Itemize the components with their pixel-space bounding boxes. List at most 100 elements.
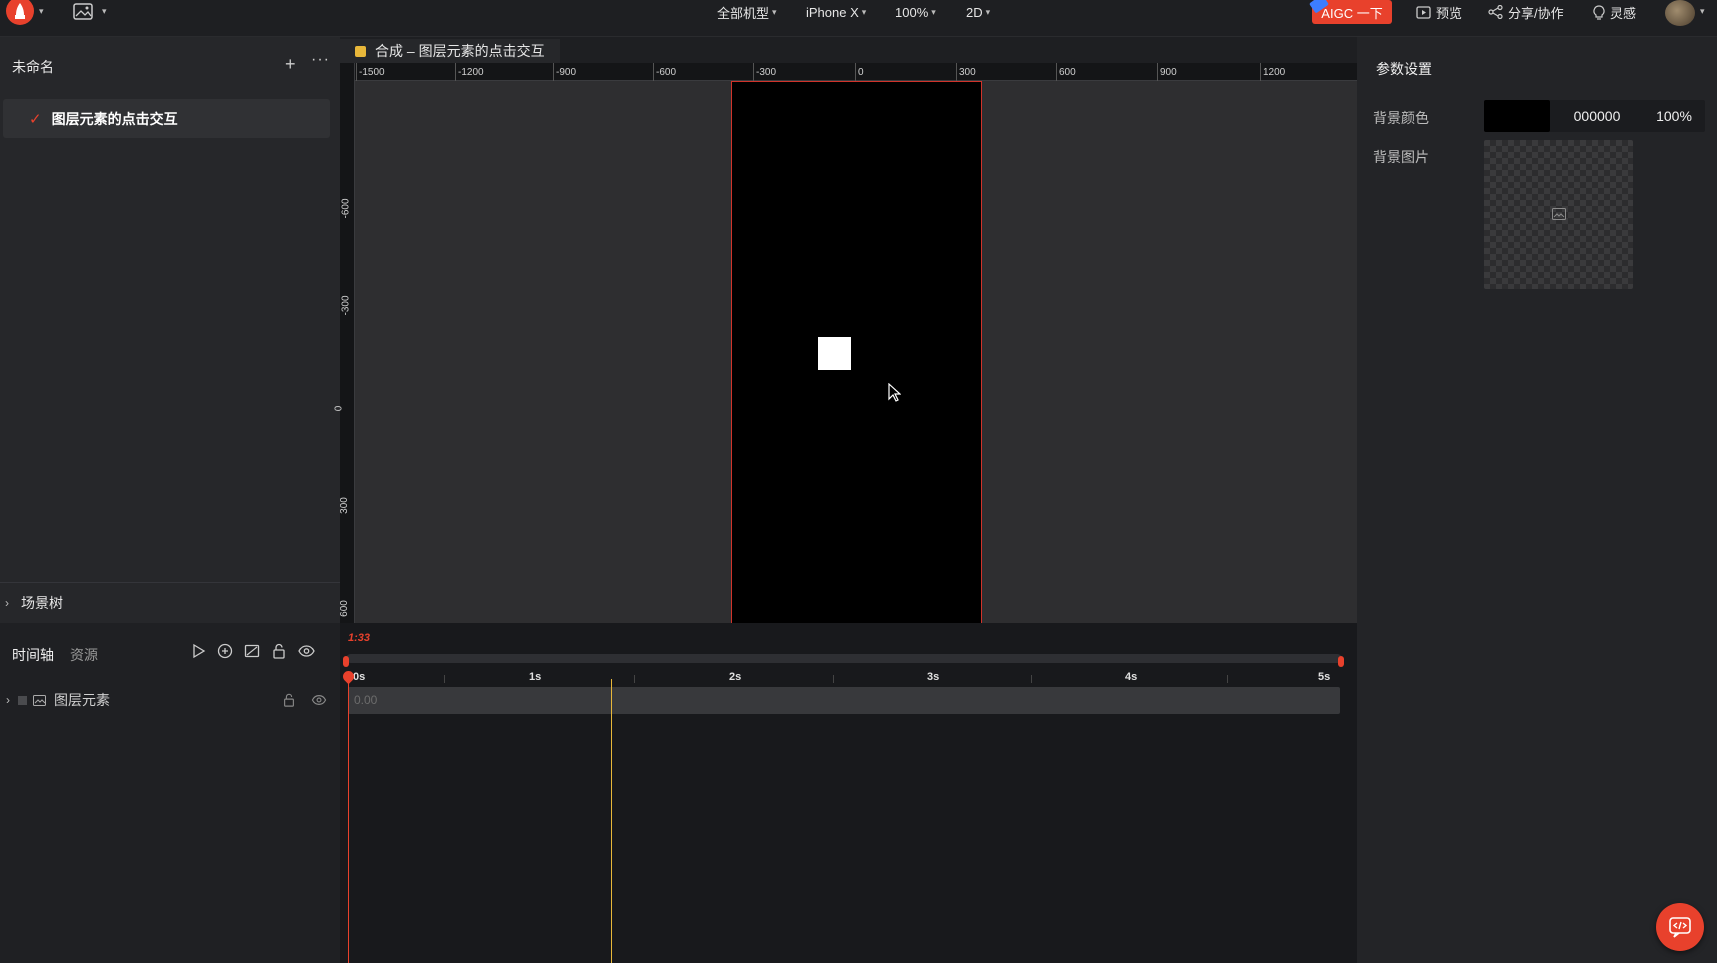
- zoom-select[interactable]: 100% ▾: [895, 0, 936, 24]
- ruler-tick-mark: [1157, 63, 1158, 81]
- eye-icon[interactable]: [298, 643, 315, 659]
- top-bar: ▾ ▾ 全部机型 ▾ iPhone X ▾ 100% ▾ 2D ▾ AIGC 一下 预览…: [0, 0, 1717, 37]
- image-layer-icon[interactable]: [244, 643, 260, 659]
- ruler-tick-label: 300: [959, 67, 976, 78]
- play-icon[interactable]: [190, 643, 206, 659]
- timecode: 1:33: [348, 632, 371, 644]
- lock-icon[interactable]: [271, 643, 287, 659]
- ruler-tick-mark: [753, 63, 754, 81]
- ruler-tick-label: 600: [338, 600, 350, 617]
- time-ruler-tick: [634, 675, 635, 683]
- time-ruler-tick: [833, 675, 834, 683]
- share-label: 分享/协作: [1508, 5, 1564, 21]
- ruler-tick-label: -1500: [359, 67, 385, 78]
- tab-composition[interactable]: 合成 – 图层元素的点击交互: [340, 39, 560, 63]
- time-ruler-label: 0s: [353, 671, 366, 683]
- time-ruler-label: 4s: [1125, 671, 1138, 683]
- canvas[interactable]: [355, 81, 1357, 624]
- time-ruler-label: 2s: [729, 671, 742, 683]
- bg-image-label: 背景图片: [1373, 149, 1429, 165]
- chevron-down-icon: ▾: [985, 6, 991, 17]
- scene-tree-toggle[interactable]: › 场景树: [0, 582, 340, 622]
- device-select[interactable]: iPhone X ▾: [806, 0, 866, 24]
- inspiration-label: 灵感: [1610, 5, 1637, 21]
- timeline-track-area[interactable]: 1:33 0s 1s 2s 3s 4s 5s 0.00: [340, 623, 1357, 963]
- chevron-right-icon[interactable]: ›: [6, 693, 10, 707]
- ruler-tick-label: -600: [656, 67, 677, 78]
- mode-label: 2D: [966, 4, 983, 20]
- add-scene-button[interactable]: +: [285, 54, 296, 75]
- scene-panel: 未命名 + ··· ✓ 图层元素的点击交互 › 场景树: [0, 37, 340, 623]
- bg-image-picker[interactable]: [1484, 140, 1633, 289]
- bg-color-hex-input[interactable]: 000000: [1557, 108, 1637, 124]
- layer-row[interactable]: › 图层元素: [0, 688, 340, 712]
- ruler-tick-label: 1200: [1263, 67, 1286, 78]
- inspiration-button[interactable]: 灵感: [1593, 0, 1636, 24]
- ruler-tick-label: 600: [1059, 67, 1076, 78]
- device-label: iPhone X: [806, 4, 859, 20]
- tab-timeline[interactable]: 时间轴: [12, 645, 54, 665]
- time-ruler-tick: [1031, 675, 1032, 683]
- logo-chevron-down-icon[interactable]: ▾: [39, 6, 44, 17]
- code-help-button[interactable]: [1656, 903, 1704, 951]
- avatar-chevron-down-icon[interactable]: ▾: [1700, 6, 1705, 17]
- image-menu-chevron-down-icon[interactable]: ▾: [102, 6, 107, 17]
- timeline-scrollbar[interactable]: [346, 654, 1342, 663]
- canvas-tab-strip: 合成 – 图层元素的点击交互: [340, 37, 1357, 63]
- layer-eye-icon[interactable]: [311, 693, 327, 707]
- properties-panel: 参数设置 背景颜色 000000 100% 背景图片: [1357, 37, 1717, 963]
- scene-tree-label: 场景树: [21, 594, 63, 611]
- aigc-label: AIGC 一下: [1321, 5, 1383, 21]
- image-menu-icon[interactable]: [73, 3, 93, 20]
- ruler-tick-label: -600: [340, 198, 352, 219]
- scroll-start-handle[interactable]: [343, 656, 349, 667]
- bg-color-field: 000000 100%: [1484, 100, 1705, 132]
- preview-button[interactable]: 预览: [1416, 0, 1462, 24]
- add-keyframe-icon[interactable]: [217, 643, 233, 659]
- timeline-layer-panel: 时间轴 资源 › 图层元素: [0, 623, 340, 963]
- playhead-current-line[interactable]: [611, 679, 612, 963]
- app-logo[interactable]: [5, 0, 35, 26]
- artboard[interactable]: [731, 81, 982, 624]
- code-chat-icon: [1669, 917, 1691, 938]
- more-options-icon[interactable]: ···: [311, 51, 330, 69]
- layer-element[interactable]: [818, 337, 851, 370]
- properties-title: 参数设置: [1376, 61, 1432, 77]
- ruler-tick-label: -1200: [458, 67, 484, 78]
- layer-track[interactable]: 0.00: [348, 687, 1340, 714]
- mode-select[interactable]: 2D ▾: [966, 0, 990, 24]
- ruler-tick-mark: [356, 63, 357, 81]
- ruler-tick-mark: [455, 63, 456, 81]
- playhead-start-line: [348, 671, 349, 963]
- scene-item[interactable]: ✓ 图层元素的点击交互: [3, 99, 330, 138]
- ruler-tick-label: 900: [1160, 67, 1177, 78]
- ruler-tick-label: 300: [338, 497, 350, 514]
- scene-item-label: 图层元素的点击交互: [51, 110, 178, 127]
- avatar[interactable]: [1665, 0, 1695, 26]
- ruler-tick-mark: [1260, 63, 1261, 81]
- checkmark-icon: ✓: [29, 110, 42, 128]
- device-group-label: 全部机型: [717, 5, 770, 21]
- tab-label: 合成 – 图层元素的点击交互: [375, 43, 545, 59]
- time-ruler[interactable]: 0s 1s 2s 3s 4s 5s: [348, 671, 1343, 685]
- bg-color-opacity-input[interactable]: 100%: [1644, 108, 1704, 124]
- share-button[interactable]: 分享/协作: [1488, 0, 1564, 24]
- time-ruler-label: 3s: [927, 671, 940, 683]
- bg-color-swatch[interactable]: [1484, 100, 1550, 132]
- layer-lock-icon[interactable]: [282, 693, 296, 707]
- device-group-select[interactable]: 全部机型 ▾: [717, 0, 777, 24]
- ruler-horizontal: -1500 -1200 -900 -600 -300 0 300 600 900 1200: [355, 63, 1357, 81]
- scroll-end-handle[interactable]: [1338, 656, 1344, 667]
- time-ruler-label: 5s: [1318, 671, 1331, 683]
- composition-icon: [355, 45, 366, 57]
- time-ruler-tick: [1226, 675, 1228, 683]
- chevron-right-icon: ›: [5, 595, 9, 610]
- ruler-tick-mark: [1056, 63, 1057, 81]
- share-icon: [1488, 5, 1503, 19]
- layer-name: 图层元素: [54, 692, 110, 708]
- lightbulb-icon: [1593, 4, 1605, 20]
- tab-assets[interactable]: 资源: [70, 645, 98, 665]
- ruler-tick-mark: [653, 63, 654, 81]
- time-ruler-label: 1s: [529, 671, 542, 683]
- ruler-tick-label: -300: [340, 295, 352, 316]
